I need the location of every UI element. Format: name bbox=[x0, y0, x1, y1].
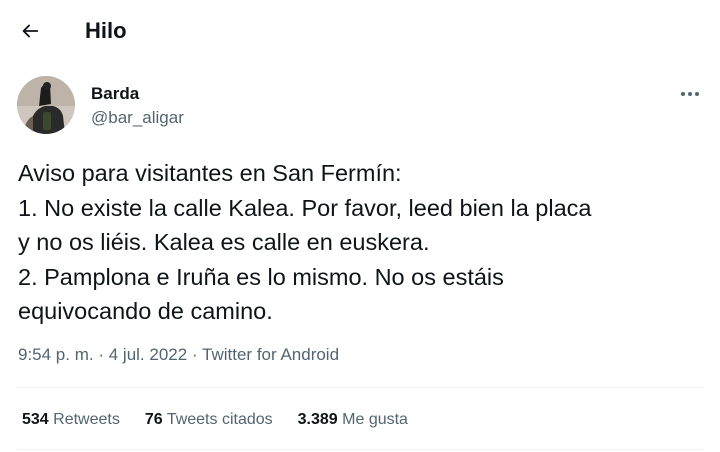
author-handle[interactable]: @bar_aligar bbox=[91, 108, 184, 128]
tweet-time[interactable]: 9:54 p. m. bbox=[18, 345, 94, 364]
likes-count: 3.389 bbox=[297, 411, 338, 428]
tweet-stats: 534 Retweets 76 Tweets citados 3.389 Me … bbox=[22, 409, 433, 431]
avatar[interactable] bbox=[17, 76, 75, 134]
thread-header: Hilo bbox=[0, 0, 720, 62]
tweet-metadata: 9:54 p. m. · 4 jul. 2022 · Twitter for A… bbox=[18, 344, 339, 366]
likes-label: Me gusta bbox=[342, 411, 408, 428]
quotes-label: Tweets citados bbox=[166, 411, 273, 428]
divider bbox=[18, 449, 702, 450]
author-name[interactable]: Barda bbox=[91, 84, 139, 104]
back-button[interactable] bbox=[10, 11, 50, 51]
divider bbox=[18, 387, 702, 388]
more-options-button[interactable] bbox=[674, 80, 706, 108]
avatar-image bbox=[17, 76, 75, 134]
tweet-text: Aviso para visitantes en San Fermín: 1. … bbox=[18, 156, 708, 329]
meta-separator: · bbox=[98, 345, 105, 364]
tweet-text-line: equivocando de camino. bbox=[18, 298, 273, 324]
tweet-text-line: 1. No existe la calle Kalea. Por favor, … bbox=[18, 194, 592, 221]
quotes-count: 76 bbox=[144, 411, 163, 428]
arrow-left-icon bbox=[22, 24, 39, 38]
tweet-text-line: y no os liéis. Kalea es calle en euskera… bbox=[18, 229, 430, 255]
retweets-count: 534 bbox=[22, 411, 49, 428]
tweet-source[interactable]: Twitter for Android bbox=[202, 345, 339, 364]
retweets-label: Retweets bbox=[53, 411, 120, 428]
tweet-text-line: Aviso para visitantes en San Fermín: bbox=[18, 160, 402, 186]
meta-separator: · bbox=[191, 345, 198, 364]
page-title: Hilo bbox=[85, 18, 127, 43]
quotes-stat[interactable]: 76 Tweets citados bbox=[145, 409, 273, 431]
tweet-date[interactable]: 4 jul. 2022 bbox=[109, 345, 187, 364]
retweets-stat[interactable]: 534 Retweets bbox=[22, 409, 120, 431]
tweet-text-line: 2. Pamplona e Iruña es lo mismo. No os e… bbox=[18, 263, 504, 290]
likes-stat[interactable]: 3.389 Me gusta bbox=[298, 409, 408, 431]
more-horizontal-icon bbox=[681, 92, 699, 96]
